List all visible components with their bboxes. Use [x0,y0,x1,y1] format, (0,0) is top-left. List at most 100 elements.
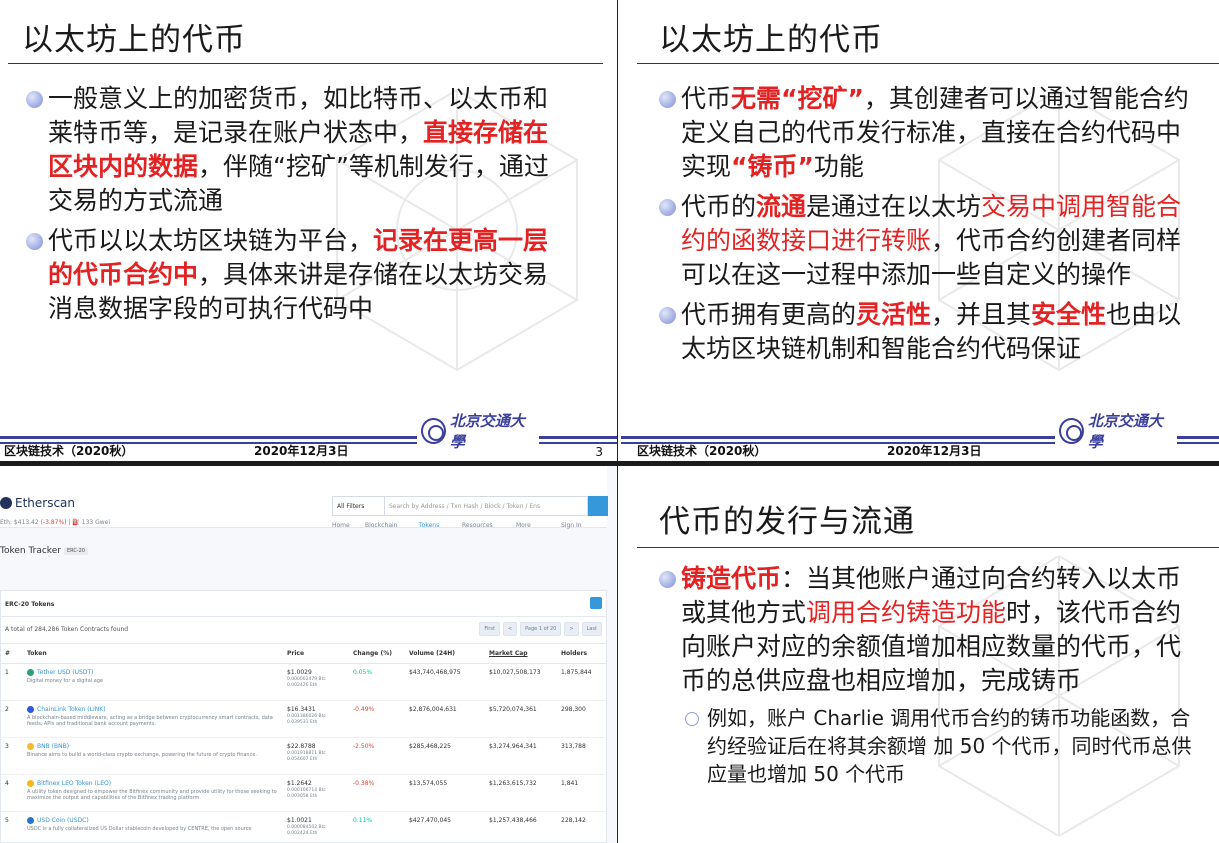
page-first-button[interactable]: First [479,622,500,636]
nav-home[interactable]: Home [332,522,350,529]
title-divider [8,63,603,64]
slide-token-issuance: 代币的发行与流通 铸造代币：当其他账户通过向合约转入以太币或其他方式调用合约铸造… [621,466,1219,843]
card-menu-button[interactable] [590,597,602,609]
row-token: BNB (BNB) Binance aims to build a world-c… [23,737,283,775]
col-price: Price [283,643,349,664]
seal-icon [421,418,446,444]
col-market-cap[interactable]: Market Cap [485,643,557,664]
bullet-text: ，并且其 [931,300,1032,329]
row-holders: 298,300 [557,700,606,738]
slide-tokens-intro-1: 以太坊上的代币 一般意义上的加密货币，如比特币、以太币和莱特币等，是记录在账户状… [0,0,617,461]
row-change: -0.38% [349,774,405,812]
page-next-button[interactable]: > [564,622,579,636]
row-token: Bitfinex LEO Token (LEO) A utility token … [23,774,283,812]
tokens-table-body: 1 Tether USD (USDT) Digital money for a di… [1,663,606,843]
bullet-item: 代币以以太坊区块链为平台，记录在更高一层的代币合约中，具体来讲是存储在以太坊交易… [26,224,566,326]
table-row[interactable]: 1 Tether USD (USDT) Digital money for a di… [1,663,606,701]
page-last-button[interactable]: Last [581,622,602,636]
token-link[interactable]: BNB (BNB) [37,743,69,750]
row-price: $16.3431 0.001386026 Btc 0.039531 Eth [283,700,349,738]
page-title-text: Token Tracker [0,546,61,556]
page-prev-button[interactable]: < [502,622,518,636]
row-token: Tether USD (USDT) Digital money for a dig… [23,663,283,701]
row-volume: $13,574,055 [405,774,485,812]
bullet-text: 代币以以太坊区块链为平台， [48,226,374,255]
pagination: First < Page 1 of 20 > Last [479,622,602,636]
highlight-text: 铸造代币 [681,564,782,593]
price-eth: 0.002424 Eth [287,831,318,836]
slide-title: 代币的发行与流通 [659,504,915,540]
row-rank: 2 [1,700,23,738]
row-token: ChainLink Token (LINK) A blockchain-based… [23,700,283,738]
sub-bullet-ring-icon [685,712,699,726]
price-usd: $1.0021 [287,817,312,824]
token-link[interactable]: Bitfinex LEO Token (LEO) [37,780,111,787]
etherscan-screenshot: Etherscan Eth: $413.42 (-3.87%) | ⛽ 133 … [0,466,617,843]
card-header: ERC-20 Tokens [1,591,606,617]
etherscan-logo-icon [0,497,12,509]
bullet-dot-icon [659,307,676,324]
slide-body: 一般意义上的加密货币，如比特币、以太币和莱特币等，是记录在账户状态中，直接存储在… [26,82,566,332]
row-change: -2.50% [349,737,405,775]
highlight-text: 灵活性 [856,300,932,329]
table-row[interactable]: 4 Bitfinex LEO Token (LEO) A utility token… [1,774,606,812]
bullet-text: 是通过在以太坊 [806,192,982,221]
nav-more[interactable]: More [516,522,531,529]
table-row[interactable]: 5 USD Coin (USDC) USDC is a fully collater… [1,811,606,843]
search-input[interactable]: Search by Address / Txn Hash / Block / T… [384,496,588,516]
slide-body: 铸造代币：当其他账户通过向合约转入以太币或其他方式调用合约铸造功能时，该代币合约… [659,562,1199,788]
row-volume: $2,876,004,631 [405,700,485,738]
token-link[interactable]: USD Coin (USDC) [37,817,89,824]
nav-blockchain[interactable]: Blockchain [365,522,397,529]
col-token: Token [23,643,283,664]
row-price: $1.0029 0.000002479 Btc 0.002426 Eth [283,663,349,701]
nav-resources[interactable]: Resources [462,522,493,529]
token-count: A total of 284,286 Token Contracts found… [1,617,606,643]
page-indicator: Page 1 of 20 [520,622,562,636]
row-holders: 313,788 [557,737,606,775]
university-logo: 北京交通大學 [1055,412,1177,451]
table-row[interactable]: 2 ChainLink Token (LINK) A blockchain-base… [1,700,606,738]
search-filter-select[interactable]: All Filters [332,496,384,516]
bullet-dot-icon [26,233,43,250]
slide-tokens-intro-2: 以太坊上的代币 代币无需“挖矿”，其创建者可以通过智能合约定义自己的代币发行标准… [621,0,1219,461]
footer-course: 区块链技术（2020秋） [4,444,134,458]
bullet-item: 代币的流通是通过在以太坊交易中调用智能合约的函数接口进行转账，代币合约创建者同样… [659,190,1189,292]
row-price: $1.0021 0.000084502 Btc 0.002424 Eth [283,811,349,843]
table-header-row: # Token Price Change (%) Volume (24H) Ma… [1,643,606,664]
price-btc: 0.001918811 Btc [287,751,326,756]
nav-tokens[interactable]: Tokens [419,522,439,529]
bullet-text: 代币 [681,84,732,113]
footer-date: 2020年12月3日 [254,444,349,458]
slide-footer: 北京交通大學 区块链技术（2020秋） 2020年12月3日 [621,412,1219,461]
price-btc: 0.000084502 Btc [287,825,326,830]
eth-price: Eth: $413.42 (-3.87%) | ⛽ 133 Gwei [0,519,110,526]
sub-bullet-item: 例如，账户 Charlie 调用代币合约的铸币功能函数，合约经验证后在将其余额增… [681,704,1199,788]
bullet-item: 铸造代币：当其他账户通过向合约转入以太币或其他方式调用合约铸造功能时，该代币合约… [659,562,1199,698]
token-description: A blockchain-based middleware, acting as… [27,715,273,727]
bullet-text: 功能 [813,152,864,181]
etherscan-logo[interactable]: Etherscan [0,496,75,510]
table-row[interactable]: 3 BNB (BNB) Binance aims to build a world-… [1,737,606,775]
row-market-cap: $1,257,438,466 [485,811,557,843]
search-button[interactable] [588,496,608,516]
row-change: -0.49% [349,700,405,738]
price-eth: 0.003058 Eth [287,794,318,799]
erc20-badge: ERC-20 [63,546,88,555]
highlight-text: 无需“挖矿” [731,84,864,113]
slide-title: 以太坊上的代币 [22,22,246,58]
row-volume: $43,740,468,975 [405,663,485,701]
row-holders: 228,142 [557,811,606,843]
token-icon [27,706,34,713]
token-link[interactable]: ChainLink Token (LINK) [37,706,106,713]
token-link[interactable]: Tether USD (USDT) [37,669,93,676]
nav-sign-in[interactable]: Sign In [561,522,582,529]
slide-title: 以太坊上的代币 [659,22,883,58]
title-divider [637,63,1219,64]
row-rank: 4 [1,774,23,812]
seal-icon [1059,418,1084,444]
gas-price: | ⛽ 133 Gwei [68,519,111,526]
slide-footer: 北京交通大學 区块链技术（2020秋） 2020年12月3日 3 [0,412,617,461]
bullet-dot-icon [659,199,676,216]
row-rank: 5 [1,811,23,843]
